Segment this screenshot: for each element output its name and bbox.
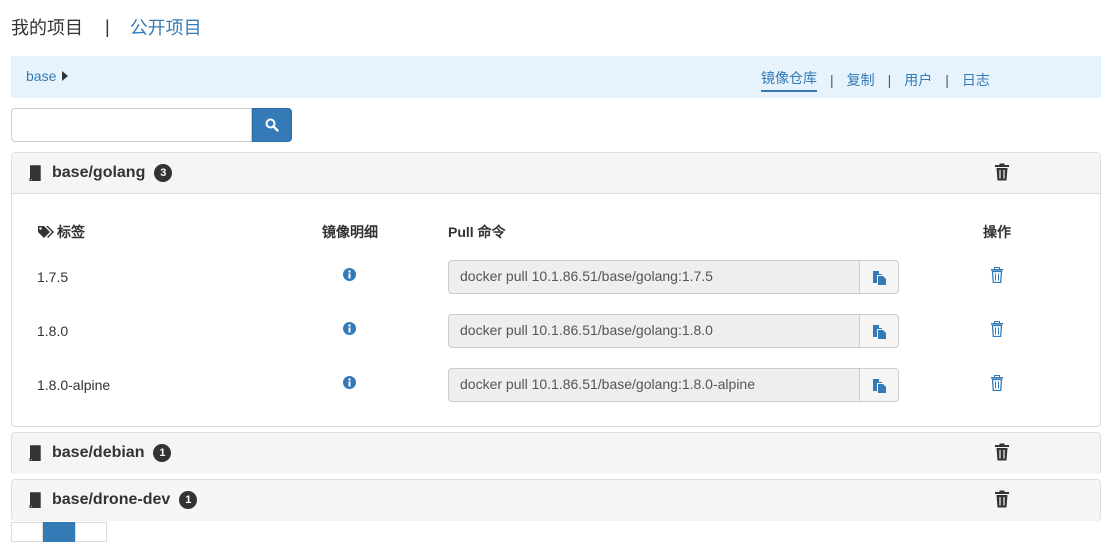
info-icon[interactable] (343, 376, 356, 389)
repo-header[interactable]: base/golang 3 (12, 153, 1100, 194)
book-icon (29, 492, 41, 508)
book-icon (29, 445, 41, 461)
tag-name: 1.7.5 (37, 269, 69, 285)
nav-links: 镜像仓库 | 复制 | 用户 | 日志 (761, 68, 990, 92)
copy-button[interactable] (859, 261, 898, 293)
header-detail: 镜像明细 (322, 224, 378, 240)
header-pull: Pull 命令 (448, 224, 506, 240)
info-icon[interactable] (343, 322, 356, 335)
repo-header[interactable]: base/drone-dev 1 (12, 480, 1100, 521)
tag-table: 标签 镜像明细 Pull 命令 操作 1.7.5 docker pull 10.… (12, 194, 1100, 426)
book-icon (29, 165, 41, 181)
tab-public-projects[interactable]: 公开项目 (130, 14, 202, 40)
header-tag-label: 标签 (57, 224, 85, 240)
repo-name: base/golang (52, 164, 146, 181)
copy-button[interactable] (859, 315, 898, 347)
nav-link-replication[interactable]: 复制 (847, 70, 875, 90)
pagination (11, 522, 107, 542)
tag-count-badge: 1 (179, 491, 198, 509)
page-prev[interactable] (11, 522, 43, 542)
page-current[interactable] (43, 522, 75, 542)
repo-name-wrap: base/golang 3 (52, 164, 173, 182)
pull-command-field[interactable]: docker pull 10.1.86.51/base/golang:1.8.0… (449, 369, 859, 401)
nav-separator: | (830, 72, 834, 88)
copy-button[interactable] (859, 369, 898, 401)
repo-panel: base/golang 3 标签 镜像明细 Pull 命令 操作 1.7.5 d… (11, 152, 1101, 427)
project-name: base (26, 68, 57, 84)
tag-name: 1.8.0 (37, 323, 69, 339)
repo-name-wrap: base/debian 1 (52, 444, 172, 462)
pull-command-group: docker pull 10.1.86.51/base/golang:1.7.5 (448, 260, 899, 294)
caret-right-icon (62, 71, 69, 81)
tags-icon (38, 226, 54, 238)
search-input[interactable] (11, 108, 252, 142)
repo-name-wrap: base/drone-dev 1 (52, 491, 198, 509)
search-group (11, 108, 292, 142)
tag-name: 1.8.0-alpine (37, 377, 111, 393)
info-icon[interactable] (343, 268, 356, 281)
repo-panel: base/drone-dev 1 (11, 479, 1101, 521)
page-next[interactable] (75, 522, 107, 542)
project-navbar: base 镜像仓库 | 复制 | 用户 | 日志 (11, 56, 1101, 98)
copy-icon (872, 270, 886, 285)
pull-command-field[interactable]: docker pull 10.1.86.51/base/golang:1.8.0 (449, 315, 859, 347)
repo-name: base/debian (52, 444, 145, 461)
trash-icon[interactable] (994, 163, 1010, 181)
nav-link-repositories[interactable]: 镜像仓库 (761, 68, 817, 92)
project-selector[interactable]: base (26, 68, 69, 84)
nav-link-logs[interactable]: 日志 (962, 70, 990, 90)
trash-icon[interactable] (994, 443, 1010, 461)
repo-panel: base/debian 1 (11, 432, 1101, 474)
trash-icon[interactable] (990, 375, 1004, 391)
trash-icon[interactable] (994, 490, 1010, 508)
tab-separator: | (105, 16, 110, 37)
pull-command-group: docker pull 10.1.86.51/base/golang:1.8.0… (448, 368, 899, 402)
copy-icon (872, 378, 886, 393)
project-tabs: 我的项目 | 公开项目 (11, 15, 202, 39)
tab-my-projects[interactable]: 我的项目 (11, 14, 83, 40)
nav-link-users[interactable]: 用户 (904, 70, 932, 90)
trash-icon[interactable] (990, 267, 1004, 283)
header-tag: 标签 (37, 222, 85, 242)
nav-separator: | (887, 72, 892, 88)
copy-icon (872, 324, 886, 339)
repo-header[interactable]: base/debian 1 (12, 433, 1100, 474)
nav-separator: | (945, 72, 949, 88)
search-icon (265, 118, 279, 132)
tag-count-badge: 3 (154, 164, 173, 182)
repo-name: base/drone-dev (52, 491, 171, 508)
search-button[interactable] (252, 108, 292, 142)
tag-count-badge: 1 (153, 444, 172, 462)
pull-command-field[interactable]: docker pull 10.1.86.51/base/golang:1.7.5 (449, 261, 859, 293)
trash-icon[interactable] (990, 321, 1004, 337)
header-ops: 操作 (983, 224, 1011, 240)
pull-command-group: docker pull 10.1.86.51/base/golang:1.8.0 (448, 314, 899, 348)
